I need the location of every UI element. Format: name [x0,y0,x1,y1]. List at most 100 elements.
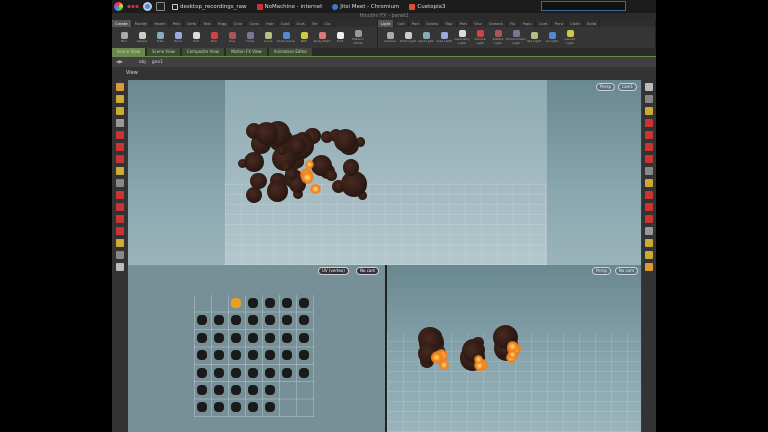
shelf-tool[interactable]: Sky Light [525,27,543,48]
pane-tab[interactable]: Composite View [181,48,225,56]
camera-menu[interactable]: No cam [614,267,638,275]
shelf-tab[interactable]: Popu [519,20,536,27]
tool-icon[interactable] [645,83,653,91]
tool-icon[interactable] [116,215,124,223]
tool-icon[interactable] [645,107,653,115]
path-geo1[interactable]: geo1 [152,60,163,65]
tool-icon[interactable] [116,107,124,115]
tool-icon[interactable] [645,155,653,163]
tool-icon[interactable] [116,83,124,91]
shelf-tab[interactable]: Grains [423,20,443,27]
terminal-icon[interactable] [156,2,165,11]
tool-icon[interactable] [645,179,653,187]
taskbar-search-input[interactable] [541,1,626,11]
back-icon[interactable]: ◀▶ [116,60,123,65]
shelf-tool[interactable]: Platonic Solids [349,27,367,48]
shelf-tab[interactable]: Modify [132,20,152,27]
tool-icon[interactable] [645,131,653,139]
shelf-tab[interactable]: Cons [246,20,263,27]
task-cuetopia[interactable]: Cuetopia3 [406,2,448,12]
shelf-tool[interactable]: GI Light [543,27,561,48]
pane-tab[interactable]: Scene View [112,48,145,56]
shelf-tool[interactable]: Circle [241,27,259,48]
shelf-tab[interactable]: Solid [584,20,601,27]
tool-icon[interactable] [645,239,653,247]
tool-icon[interactable] [645,203,653,211]
tool-icon[interactable] [645,251,653,259]
shelf-tab[interactable]: Coll [394,20,409,27]
shelf-tab[interactable]: Create [112,20,132,27]
browser-icon[interactable] [143,2,152,11]
tool-icon[interactable] [116,239,124,247]
shelf-tool[interactable]: Spot Light [417,27,435,48]
shelf-tool[interactable]: Caustic Light [561,27,579,48]
tool-icon[interactable] [645,119,653,127]
tool-icon[interactable] [116,203,124,211]
tool-icon[interactable] [116,167,124,175]
tool-icon[interactable] [645,167,653,175]
pane-tab[interactable]: Motion FX View [226,48,267,56]
tool-icon[interactable] [116,119,124,127]
task-jitsi[interactable]: Jitsi Meet - Chromium [329,2,402,12]
viewport-top[interactable]: Persp cam1 [128,80,641,265]
uv-mode-menu[interactable]: UV (vertex) [318,267,349,275]
app-menu-icon[interactable] [114,2,123,11]
shelf-tab[interactable]: Rigg [215,20,231,27]
task-nomachine[interactable]: NoMachine - internet [254,2,326,12]
pane-tab[interactable]: Scene View [146,48,180,56]
tool-icon[interactable] [116,191,124,199]
tool-icon[interactable] [645,191,653,199]
shelf-tool[interactable]: Volume Light [471,27,489,48]
task-desktop-recordings[interactable]: desktop_recordings_raw [169,2,250,12]
shelf-tool[interactable]: Draw Curve [277,27,295,48]
tool-icon[interactable] [645,227,653,235]
tool-icon[interactable] [116,179,124,187]
shelf-tab[interactable]: Ter [309,20,322,27]
shelf-tool[interactable]: Tube [151,27,169,48]
shelf-tool[interactable]: Box [115,27,133,48]
shelf-tool[interactable]: Curve [259,27,277,48]
shelf-tab[interactable]: Defo [184,20,201,27]
shelf-tool[interactable]: Camera [381,27,399,48]
shelf-tool[interactable]: Environment Light [506,27,526,48]
dots-icon[interactable] [127,2,139,11]
shelf-tab[interactable]: Poly [170,20,185,27]
shelf-tab[interactable]: Part [457,20,472,27]
uv-camera-menu[interactable]: No cam [356,267,380,275]
camera-menu[interactable]: cam1 [617,83,637,91]
shelf-tab[interactable]: Oceans [486,20,507,27]
tool-icon[interactable] [116,227,124,235]
shelf-tool[interactable]: Path [295,27,313,48]
shelf-tab[interactable]: Hair [263,20,278,27]
shelf-tab[interactable]: Model [151,20,170,27]
persp-menu[interactable]: Persp [596,83,615,91]
shelf-tool[interactable]: Torus [169,27,187,48]
shelf-tool[interactable]: Geometry Light [453,27,471,48]
tool-icon[interactable] [116,95,124,103]
shelf-tab[interactable]: Cont [536,20,552,27]
shelf-tool[interactable]: Font [331,27,349,48]
shelf-tab[interactable]: Text [200,20,216,27]
shelf-tab[interactable]: Light [378,20,395,27]
tool-icon[interactable] [645,95,653,103]
persp-menu[interactable]: Persp [592,267,611,275]
shelf-tool[interactable]: Point Light [399,27,417,48]
shelf-tab[interactable]: Rigi [442,20,457,27]
shelf-tool[interactable]: Spray Paint [313,27,331,48]
shelf-tab[interactable]: Part [409,20,424,27]
tool-icon[interactable] [116,131,124,139]
shelf-tool[interactable]: Null [205,27,223,48]
tool-icon[interactable] [645,215,653,223]
tool-icon[interactable] [645,143,653,151]
shelf-tab[interactable]: Clo [321,20,335,27]
shelf-tool[interactable]: Grid [187,27,205,48]
shelf-tab[interactable]: Pyro [552,20,567,27]
tool-icon[interactable] [116,263,124,271]
viewport-bottom[interactable]: Persp No cam [385,265,641,432]
shelf-tab[interactable]: Flu [507,20,520,27]
shelf-tool[interactable]: Distant Light [489,27,507,48]
shelf-tool[interactable]: Line [223,27,241,48]
tool-icon[interactable] [645,263,653,271]
viewport-uv[interactable]: UV (vertex) No cam [128,265,385,432]
tool-icon[interactable] [116,143,124,151]
